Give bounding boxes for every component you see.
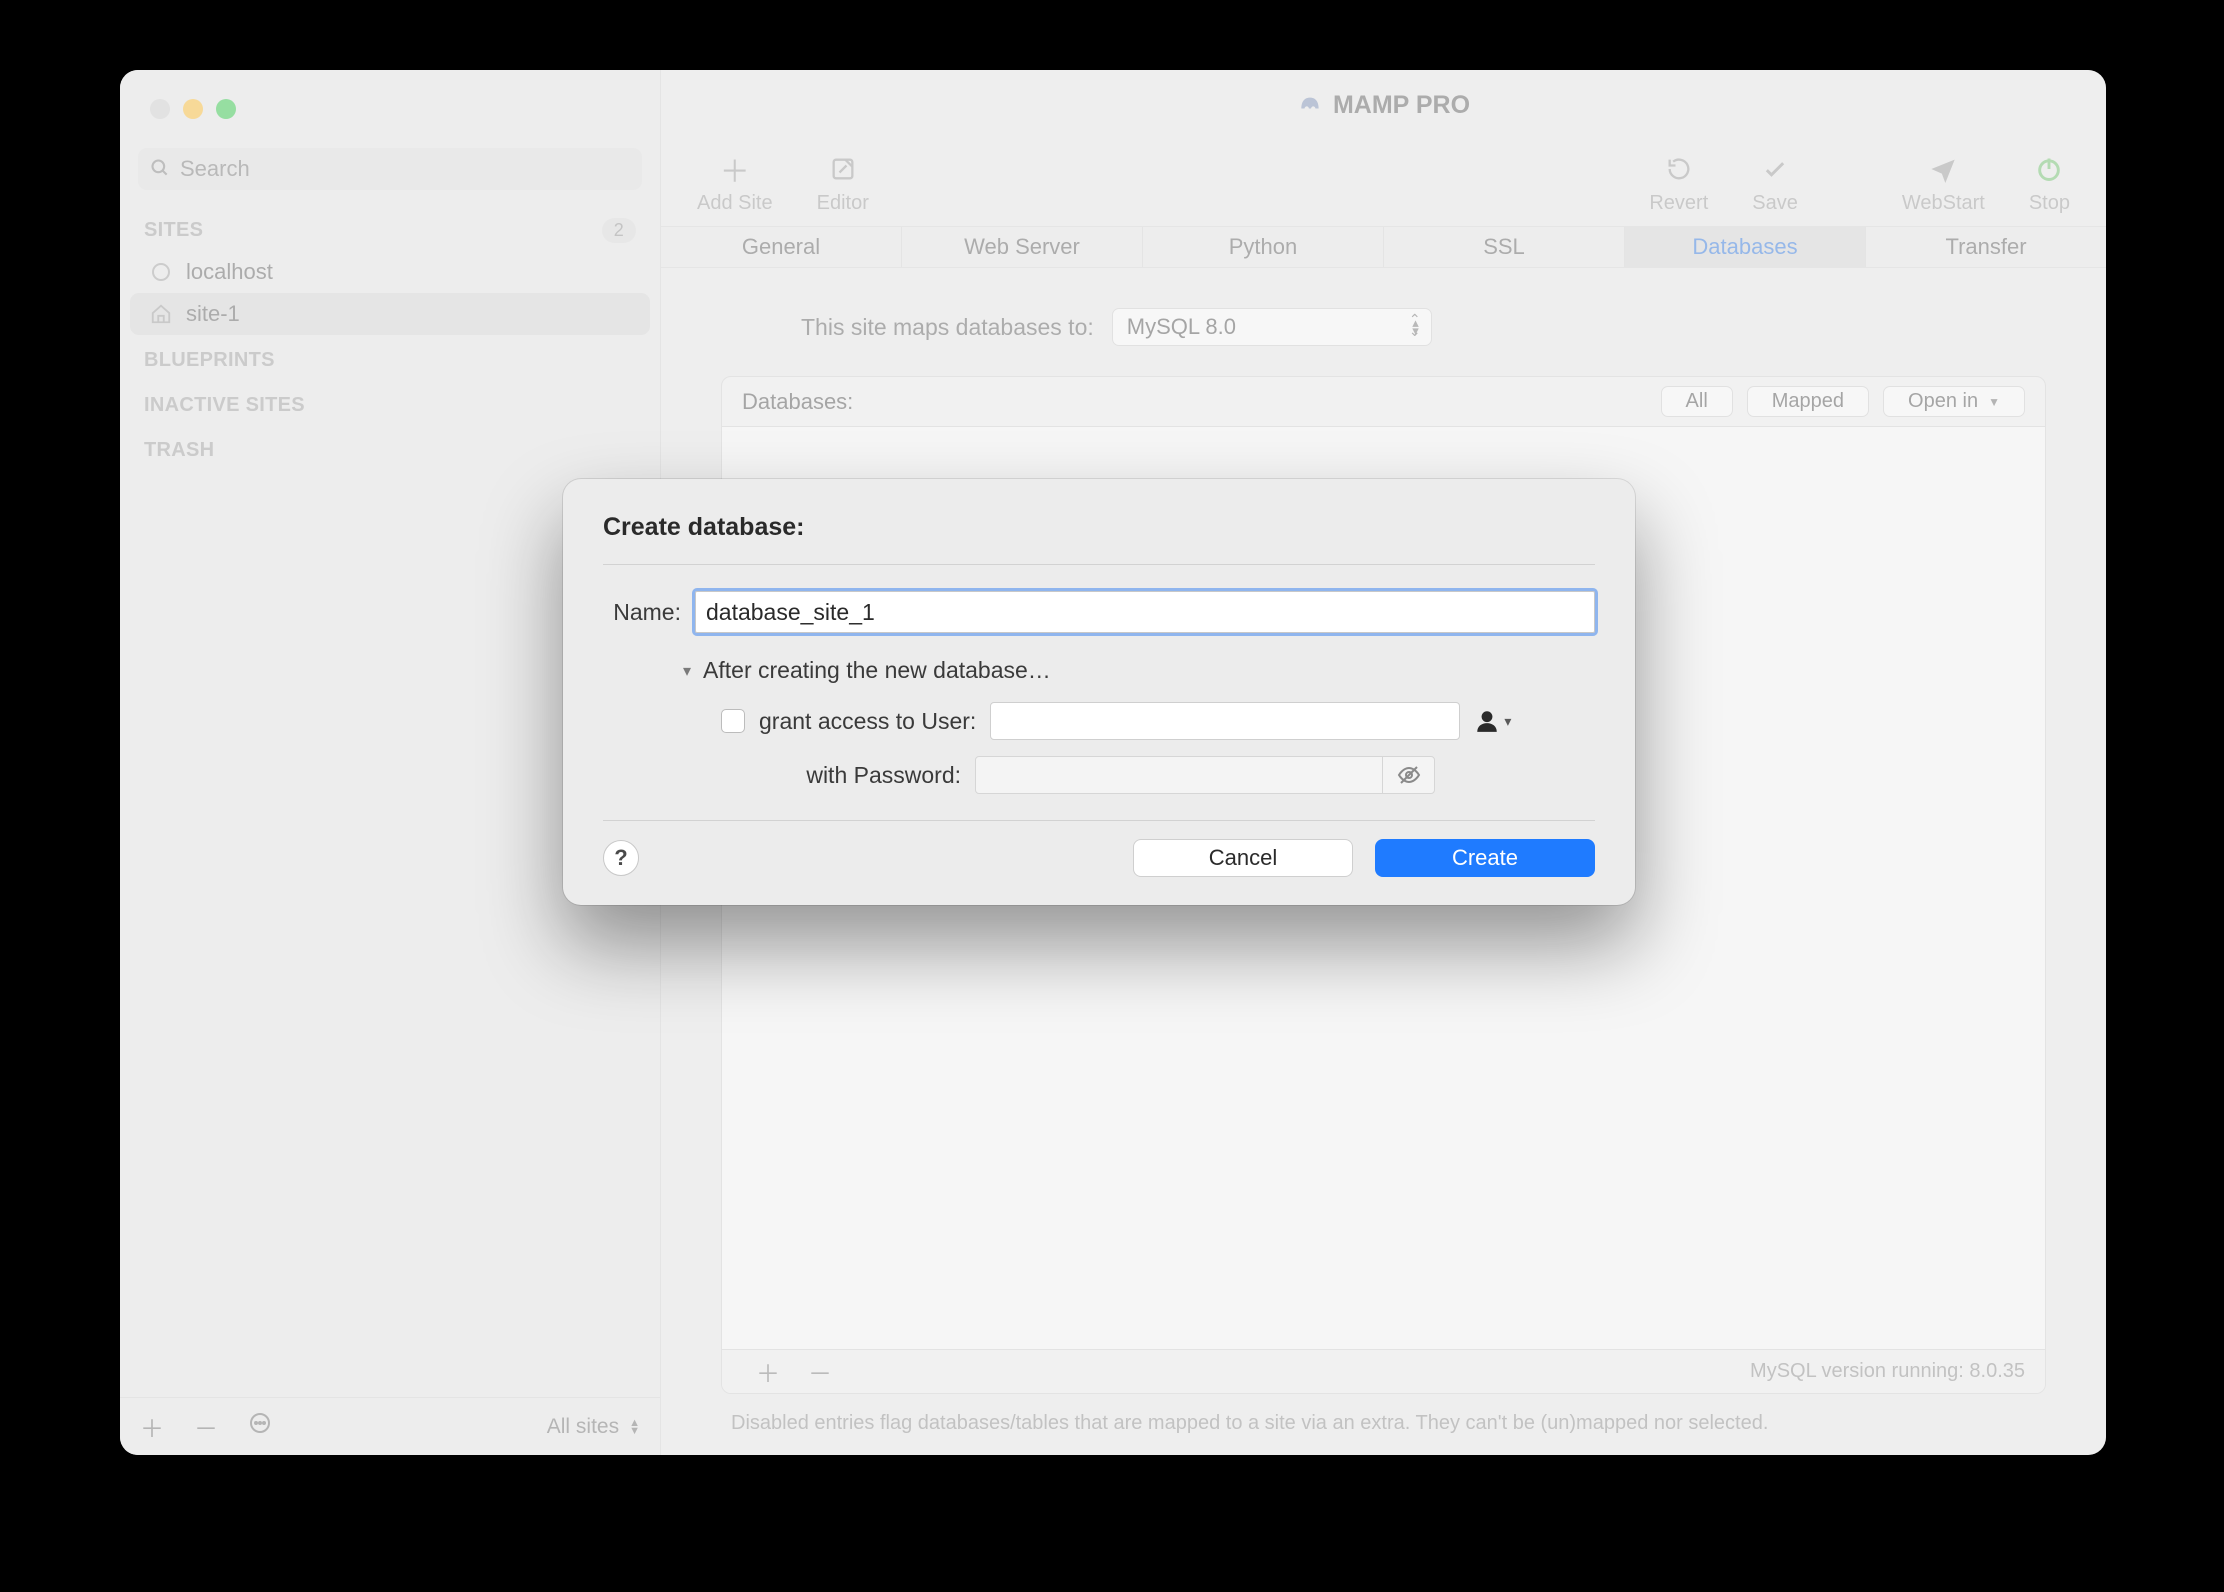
dialog-footer: ? Cancel Create xyxy=(603,820,1595,877)
password-input[interactable] xyxy=(976,757,1382,793)
grant-label: grant access to User: xyxy=(759,708,976,735)
create-button[interactable]: Create xyxy=(1375,839,1595,877)
after-label: After creating the new database… xyxy=(703,657,1051,684)
user-picker-button[interactable]: ▾ xyxy=(1474,708,1511,734)
password-row: with Password: xyxy=(603,756,1595,794)
divider xyxy=(603,564,1595,565)
grant-row: grant access to User: ▾ xyxy=(603,702,1595,740)
user-input[interactable] xyxy=(990,702,1460,740)
cancel-button[interactable]: Cancel xyxy=(1133,839,1353,877)
create-database-dialog: Create database: Name: ▾ After creating … xyxy=(563,479,1635,905)
name-row: Name: xyxy=(603,591,1595,633)
toggle-password-visibility[interactable] xyxy=(1382,757,1434,793)
help-button[interactable]: ? xyxy=(603,840,639,876)
grant-access-checkbox[interactable] xyxy=(721,709,745,733)
password-field-wrap xyxy=(975,756,1435,794)
name-label: Name: xyxy=(603,599,681,626)
database-name-input[interactable] xyxy=(695,591,1595,633)
after-creating-disclosure[interactable]: ▾ After creating the new database… xyxy=(603,657,1595,684)
password-label: with Password: xyxy=(721,762,961,789)
dialog-title: Create database: xyxy=(603,513,1595,542)
chevron-down-icon: ▾ xyxy=(1504,713,1511,730)
chevron-down-icon: ▾ xyxy=(683,661,691,681)
